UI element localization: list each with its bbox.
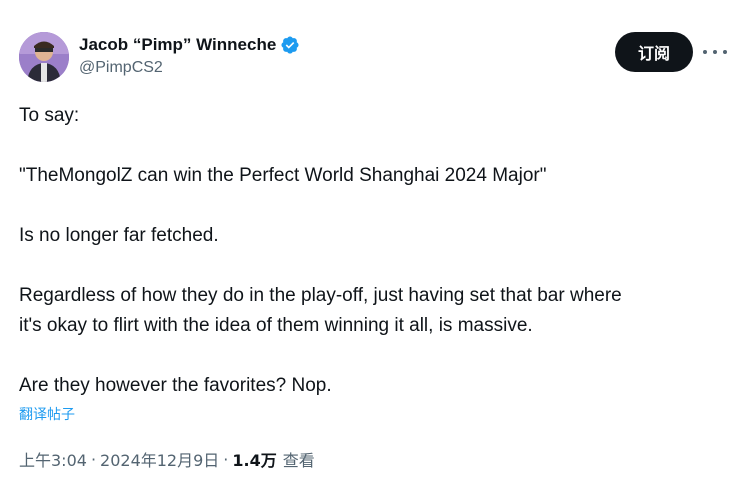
avatar-image <box>19 32 69 82</box>
tweet-meta: 上午3:04 · 2024年12月9日 · 1.4万 查看 <box>19 447 315 471</box>
meta-separator: · <box>90 449 97 469</box>
tweet-time[interactable]: 上午3:04 <box>19 447 87 471</box>
more-horizontal-icon[interactable] <box>703 42 727 62</box>
tweet-line: it's okay to flirt with the idea of them… <box>19 315 533 336</box>
tweet: Jacob “Pimp” Winneche @PimpCS2 订阅 To say… <box>0 0 749 490</box>
views-label: 查看 <box>282 451 315 470</box>
tweet-line: Is no longer far fetched. <box>19 225 219 246</box>
author-name-row[interactable]: Jacob “Pimp” Winneche <box>79 33 300 57</box>
tweet-text: To say: "TheMongolZ can win the Perfect … <box>19 101 734 401</box>
more-dot <box>723 50 727 54</box>
more-dot <box>703 50 707 54</box>
verified-badge-icon[interactable] <box>280 35 300 55</box>
tweet-line: Regardless of how they do in the play-of… <box>19 285 622 306</box>
tweet-line: To say: <box>19 105 80 126</box>
author-display-name[interactable]: Jacob “Pimp” Winneche <box>79 35 276 55</box>
tweet-date[interactable]: 2024年12月9日 <box>100 447 219 471</box>
meta-separator: · <box>223 449 229 469</box>
avatar[interactable] <box>19 32 69 82</box>
views-count: 1.4万 <box>232 451 277 470</box>
tweet-line: Are they however the favorites? Nop. <box>19 375 332 396</box>
subscribe-button[interactable]: 订阅 <box>615 32 693 72</box>
tweet-line: "TheMongolZ can win the Perfect World Sh… <box>19 165 547 186</box>
more-dot <box>713 50 717 54</box>
translate-post-link[interactable]: 翻译帖子 <box>19 404 75 424</box>
author-handle[interactable]: @PimpCS2 <box>79 59 163 77</box>
